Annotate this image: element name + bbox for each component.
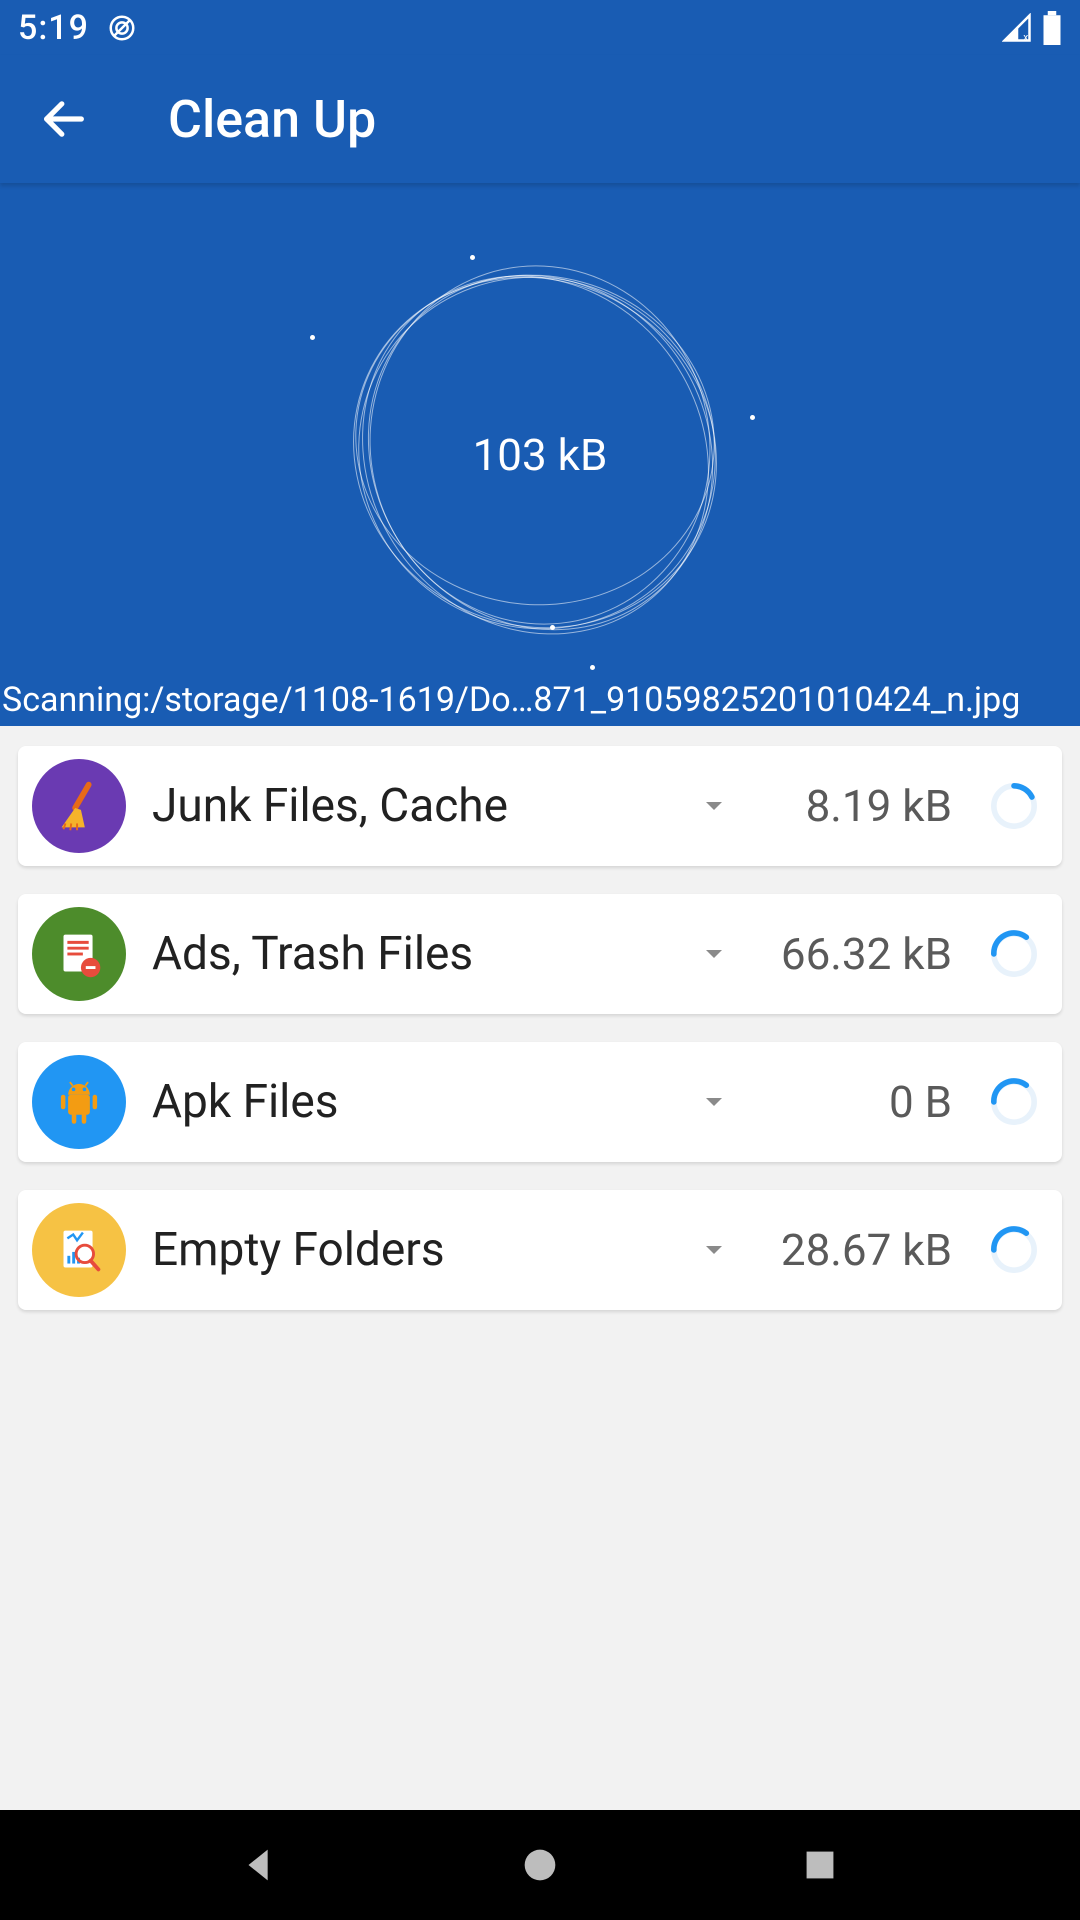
status-time: 5:19: [18, 8, 89, 48]
dnd-icon: [107, 13, 137, 43]
loading-spinner-icon: [986, 926, 1042, 982]
category-label: Empty Folders: [152, 1223, 668, 1277]
nav-back-button[interactable]: [237, 1842, 283, 1888]
doc-remove-icon: [32, 907, 126, 1001]
category-row-apk[interactable]: Apk Files 0 B: [18, 1042, 1062, 1162]
android-icon: [32, 1055, 126, 1149]
svg-text:x: x: [1023, 32, 1028, 43]
broom-icon: [32, 759, 126, 853]
scanning-path-label: Scanning:/storage/1108-1619/Do…871_91059…: [0, 678, 1080, 726]
signal-icon: x: [1002, 13, 1032, 43]
nav-recent-button[interactable]: [797, 1842, 843, 1888]
app-bar: Clean Up: [0, 55, 1080, 183]
category-label: Ads, Trash Files: [152, 927, 668, 981]
status-left: 5:19: [18, 8, 137, 48]
expand-toggle[interactable]: [694, 938, 734, 970]
category-label: Apk Files: [152, 1075, 668, 1129]
loading-spinner-icon: [986, 778, 1042, 834]
expand-toggle[interactable]: [694, 1234, 734, 1266]
expand-toggle[interactable]: [694, 1086, 734, 1118]
category-row-empty[interactable]: Empty Folders 28.67 kB: [18, 1190, 1062, 1310]
loading-spinner-icon: [986, 1074, 1042, 1130]
category-size: 66.32 kB: [760, 928, 960, 980]
category-row-ads[interactable]: Ads, Trash Files 66.32 kB: [18, 894, 1062, 1014]
system-nav-bar: [0, 1810, 1080, 1920]
status-bar: 5:19 x: [0, 0, 1080, 55]
back-button[interactable]: [38, 93, 90, 145]
expand-toggle[interactable]: [694, 790, 734, 822]
category-size: 0 B: [760, 1076, 960, 1128]
page-title: Clean Up: [168, 89, 376, 150]
battery-icon: [1042, 11, 1062, 45]
loading-spinner-icon: [986, 1222, 1042, 1278]
category-label: Junk Files, Cache: [152, 779, 668, 833]
category-size: 8.19 kB: [760, 780, 960, 832]
nav-home-button[interactable]: [517, 1842, 563, 1888]
doc-search-icon: [32, 1203, 126, 1297]
category-row-junk[interactable]: Junk Files, Cache 8.19 kB: [18, 746, 1062, 866]
total-size-label: 103 kB: [473, 429, 608, 481]
category-list: Junk Files, Cache 8.19 kB Ads, Trash Fil…: [0, 726, 1080, 1310]
status-right: x: [1002, 11, 1062, 45]
category-size: 28.67 kB: [760, 1224, 960, 1276]
hero-panel: 103 kB Scanning:/storage/1108-1619/Do…87…: [0, 183, 1080, 726]
